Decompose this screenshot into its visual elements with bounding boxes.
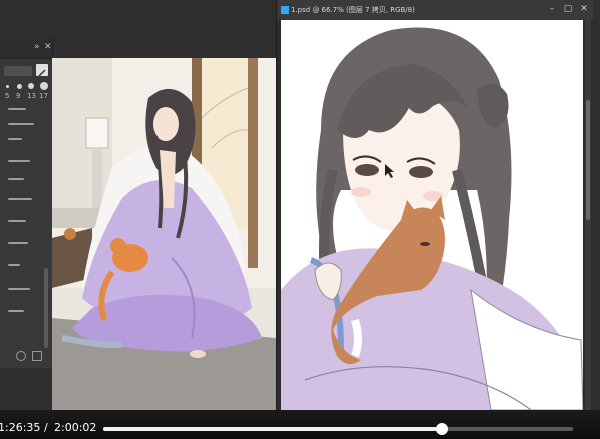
progress-fill xyxy=(103,427,442,431)
brush-stroke-preview[interactable] xyxy=(8,160,30,162)
brush-size-label: 9 xyxy=(16,92,21,100)
brush-stroke-preview[interactable] xyxy=(8,123,34,125)
document-window: 1.psd @ 66.7% (图层 7 拷贝, RGB/8) – ▢ ✕ xyxy=(276,0,593,410)
maximize-icon[interactable]: ▢ xyxy=(563,4,573,14)
brush-tip-13[interactable] xyxy=(28,83,34,89)
duration: 2:00:02 xyxy=(54,421,97,434)
close-icon[interactable]: ✕ xyxy=(579,4,589,14)
panel-header: » ✕ xyxy=(0,38,52,59)
artwork-sketch xyxy=(281,20,583,410)
progress-knob[interactable] xyxy=(435,423,448,435)
ps-file-icon xyxy=(281,6,289,14)
brush-stroke-preview[interactable] xyxy=(8,288,30,290)
brush-tip-9[interactable] xyxy=(17,84,22,89)
panel-scrollbar[interactable] xyxy=(44,268,48,348)
minimize-icon[interactable]: – xyxy=(547,4,557,14)
artwork-canvas[interactable] xyxy=(281,20,583,410)
document-titlebar[interactable]: 1.psd @ 66.7% (图层 7 拷贝, RGB/8) – ▢ ✕ xyxy=(277,0,593,20)
document-title: 1.psd @ 66.7% (图层 7 拷贝, RGB/8) xyxy=(291,6,415,14)
new-brush-icon[interactable] xyxy=(16,351,26,361)
brush-preset-field[interactable] xyxy=(4,66,32,76)
brush-tip-5[interactable] xyxy=(6,85,9,88)
brush-stroke-preview[interactable] xyxy=(8,108,26,110)
scrollbar-thumb[interactable] xyxy=(586,100,590,220)
brush-tip-17[interactable] xyxy=(40,82,48,90)
current-time: 1:26:35 xyxy=(0,421,41,434)
vertical-scrollbar[interactable] xyxy=(585,20,591,410)
brush-edit-icon[interactable] xyxy=(36,64,48,77)
brush-stroke-preview[interactable] xyxy=(8,178,24,180)
collapse-icon[interactable]: » xyxy=(34,41,40,53)
brush-stroke-preview[interactable] xyxy=(8,310,24,312)
brush-panel: » ✕ 5 9 13 17 xyxy=(0,38,53,368)
progress-bar[interactable] xyxy=(103,423,573,435)
brush-stroke-preview[interactable] xyxy=(8,198,32,200)
photoshop-workspace: » ✕ 5 9 13 17 1.psd @ 66.7% (图层 7 拷贝, RG… xyxy=(0,0,600,410)
trash-icon[interactable] xyxy=(32,351,42,361)
brush-size-label: 5 xyxy=(5,92,10,100)
brush-size-label: 13 xyxy=(27,92,36,100)
close-panel-icon[interactable]: ✕ xyxy=(44,41,52,53)
brush-stroke-preview[interactable] xyxy=(8,220,26,222)
illustration-canvas[interactable] xyxy=(52,58,276,410)
brush-stroke-preview[interactable] xyxy=(8,242,28,244)
brush-stroke-preview[interactable] xyxy=(8,138,22,140)
illustration-artwork xyxy=(52,58,276,410)
video-control-bar: 1:26:35 / 2:00:02 xyxy=(0,410,600,439)
time-separator: / xyxy=(44,421,48,434)
brush-stroke-preview[interactable] xyxy=(8,264,20,266)
brush-size-label: 17 xyxy=(39,92,48,100)
